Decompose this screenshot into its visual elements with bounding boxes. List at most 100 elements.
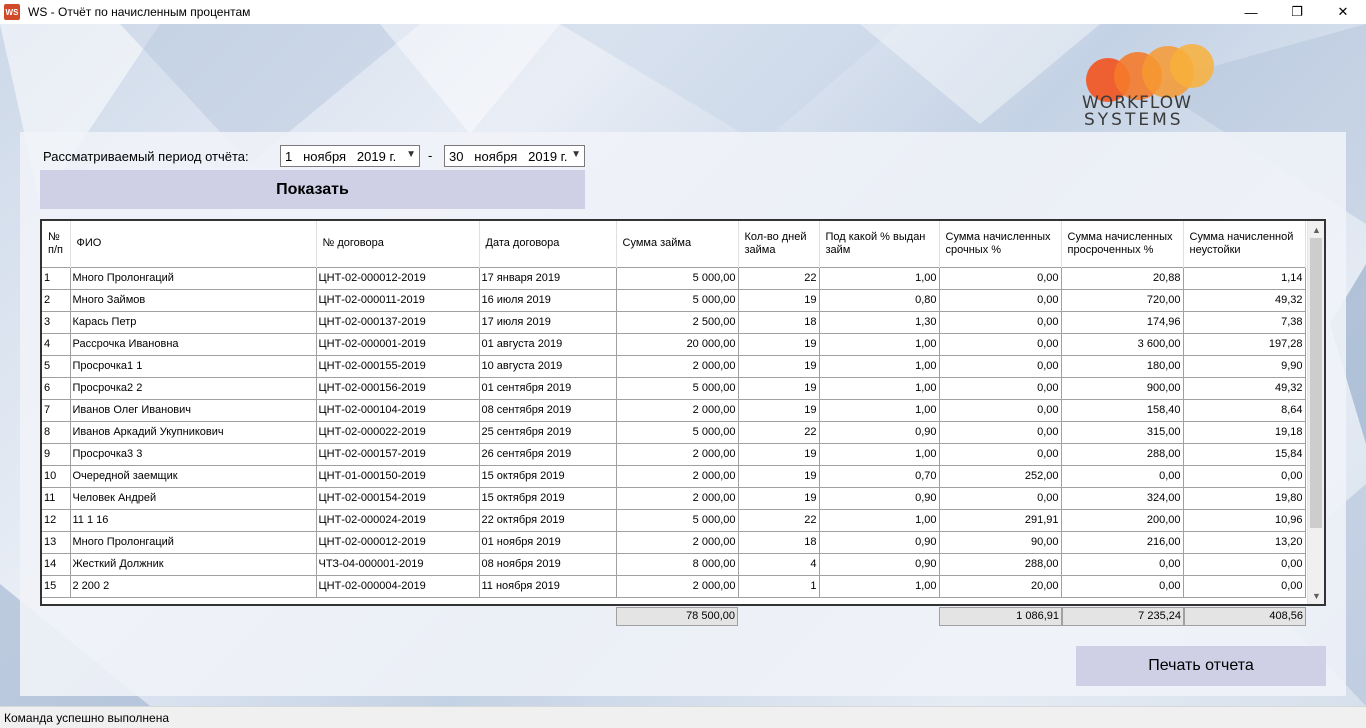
table-cell[interactable]: ЦНТ-02-000011-2019 (316, 289, 480, 312)
table-cell[interactable]: 180,00 (1061, 355, 1184, 378)
scroll-down-icon[interactable]: ▼ (1308, 587, 1324, 604)
table-cell[interactable]: Много Пролонгаций (70, 531, 317, 554)
table-cell[interactable]: Много Пролонгаций (70, 267, 317, 290)
table-cell[interactable]: 291,91 (939, 509, 1062, 532)
table-cell[interactable]: 10 (42, 465, 71, 488)
table-cell[interactable]: 15,84 (1183, 443, 1306, 466)
table-cell[interactable]: 20,00 (939, 575, 1062, 598)
report-grid[interactable]: № п/п ФИО № договора Дата договора Сумма зай… (40, 219, 1326, 606)
table-row[interactable]: 2 Много Займов ЦНТ-02-000011-2019 16 июля 2… (42, 289, 1306, 312)
table-row[interactable]: 1 Много Пролонгаций ЦНТ-02-000012-2019 17 я… (42, 267, 1306, 290)
table-cell[interactable]: 0,00 (1183, 575, 1306, 598)
table-cell[interactable]: 11 ноября 2019 (479, 575, 617, 598)
column-header[interactable]: Сумма начисленных срочных % (939, 221, 1062, 267)
table-cell[interactable]: Просрочка3 3 (70, 443, 317, 466)
table-cell[interactable]: 9 (42, 443, 71, 466)
table-cell[interactable]: 1,00 (819, 509, 940, 532)
table-cell[interactable]: 49,32 (1183, 289, 1306, 312)
table-cell[interactable]: ЦНТ-02-000022-2019 (316, 421, 480, 444)
table-cell[interactable]: 16 июля 2019 (479, 289, 617, 312)
table-cell[interactable]: 720,00 (1061, 289, 1184, 312)
table-row[interactable]: 15 2 200 2 ЦНТ-02-000004-2019 11 ноября 201… (42, 575, 1306, 598)
table-cell[interactable]: 2 000,00 (616, 355, 739, 378)
table-cell[interactable]: 0,90 (819, 553, 940, 576)
table-row[interactable]: 10 Очередной заемщик ЦНТ-01-000150-2019 15 … (42, 465, 1306, 488)
table-cell[interactable]: 5 000,00 (616, 509, 739, 532)
table-cell[interactable]: 2 000,00 (616, 487, 739, 510)
table-cell[interactable]: ЧТЗ-04-000001-2019 (316, 553, 480, 576)
table-cell[interactable]: 197,28 (1183, 333, 1306, 356)
column-header[interactable]: Дата договора (479, 221, 617, 267)
table-cell[interactable]: Человек Андрей (70, 487, 317, 510)
table-cell[interactable]: ЦНТ-01-000150-2019 (316, 465, 480, 488)
table-cell[interactable]: 174,96 (1061, 311, 1184, 334)
table-cell[interactable]: 216,00 (1061, 531, 1184, 554)
minimize-button[interactable]: — (1228, 0, 1274, 24)
column-header[interactable]: Сумма начисленной неустойки (1183, 221, 1306, 267)
table-cell[interactable]: 5 000,00 (616, 377, 739, 400)
table-row[interactable]: 9 Просрочка3 3 ЦНТ-02-000157-2019 26 сентяб… (42, 443, 1306, 466)
table-cell[interactable]: 900,00 (1061, 377, 1184, 400)
vertical-scrollbar[interactable]: ▲ ▼ (1307, 221, 1324, 604)
table-cell[interactable]: 15 (42, 575, 71, 598)
table-cell[interactable]: 22 (738, 509, 820, 532)
table-cell[interactable]: 19,80 (1183, 487, 1306, 510)
table-cell[interactable]: 17 января 2019 (479, 267, 617, 290)
table-cell[interactable]: 5 000,00 (616, 289, 739, 312)
table-cell[interactable]: 22 (738, 421, 820, 444)
table-cell[interactable]: 8,64 (1183, 399, 1306, 422)
table-cell[interactable]: 2 000,00 (616, 465, 739, 488)
column-header[interactable]: Сумма займа (616, 221, 739, 267)
table-cell[interactable]: 1,00 (819, 333, 940, 356)
table-cell[interactable]: 08 ноября 2019 (479, 553, 617, 576)
table-cell[interactable]: ЦНТ-02-000004-2019 (316, 575, 480, 598)
table-cell[interactable]: 49,32 (1183, 377, 1306, 400)
table-cell[interactable]: 18 (738, 311, 820, 334)
table-cell[interactable]: 7,38 (1183, 311, 1306, 334)
table-cell[interactable]: 4 (42, 333, 71, 356)
table-cell[interactable]: 19 (738, 465, 820, 488)
table-cell[interactable]: 0,00 (939, 267, 1062, 290)
date-from-picker[interactable]: 1 ноября 2019 г. ▼ (280, 145, 420, 167)
table-cell[interactable]: 19 (738, 377, 820, 400)
table-cell[interactable]: Иванов Аркадий Укупникович (70, 421, 317, 444)
table-cell[interactable]: 90,00 (939, 531, 1062, 554)
table-cell[interactable]: Просрочка2 2 (70, 377, 317, 400)
table-cell[interactable]: 14 (42, 553, 71, 576)
table-cell[interactable]: 2 200 2 (70, 575, 317, 598)
table-cell[interactable]: 288,00 (1061, 443, 1184, 466)
table-cell[interactable]: 2 000,00 (616, 443, 739, 466)
table-cell[interactable]: ЦНТ-02-000157-2019 (316, 443, 480, 466)
table-row[interactable]: 12 11 1 16 ЦНТ-02-000024-2019 22 октября 20… (42, 509, 1306, 532)
table-cell[interactable]: 12 (42, 509, 71, 532)
column-header[interactable]: № договора (316, 221, 480, 267)
table-cell[interactable]: Рассрочка Ивановна (70, 333, 317, 356)
column-header[interactable]: Кол-во дней займа (738, 221, 820, 267)
table-row[interactable]: 7 Иванов Олег Иванович ЦНТ-02-000104-2019 0… (42, 399, 1306, 422)
date-to-picker[interactable]: 30 ноября 2019 г. ▼ (444, 145, 585, 167)
table-cell[interactable]: 8 (42, 421, 71, 444)
table-cell[interactable]: 0,00 (939, 399, 1062, 422)
table-cell[interactable]: 6 (42, 377, 71, 400)
table-cell[interactable]: 3 600,00 (1061, 333, 1184, 356)
table-cell[interactable]: ЦНТ-02-000012-2019 (316, 531, 480, 554)
table-cell[interactable]: 0,00 (939, 333, 1062, 356)
table-cell[interactable]: 0,00 (1183, 553, 1306, 576)
table-cell[interactable]: 22 (738, 267, 820, 290)
table-cell[interactable]: Карась Петр (70, 311, 317, 334)
table-row[interactable]: 14 Жесткий Должник ЧТЗ-04-000001-2019 08 но… (42, 553, 1306, 576)
table-cell[interactable]: 01 августа 2019 (479, 333, 617, 356)
table-row[interactable]: 4 Рассрочка Ивановна ЦНТ-02-000001-2019 01 … (42, 333, 1306, 356)
column-header[interactable]: ФИО (70, 221, 317, 267)
scroll-up-icon[interactable]: ▲ (1308, 221, 1324, 238)
table-cell[interactable]: 0,90 (819, 421, 940, 444)
table-cell[interactable]: 17 июля 2019 (479, 311, 617, 334)
table-cell[interactable]: 2 500,00 (616, 311, 739, 334)
table-cell[interactable]: 25 сентября 2019 (479, 421, 617, 444)
table-cell[interactable]: 0,90 (819, 487, 940, 510)
table-cell[interactable]: 9,90 (1183, 355, 1306, 378)
table-cell[interactable]: 1,00 (819, 355, 940, 378)
table-cell[interactable]: 19,18 (1183, 421, 1306, 444)
table-cell[interactable]: 7 (42, 399, 71, 422)
table-cell[interactable]: 2 000,00 (616, 531, 739, 554)
